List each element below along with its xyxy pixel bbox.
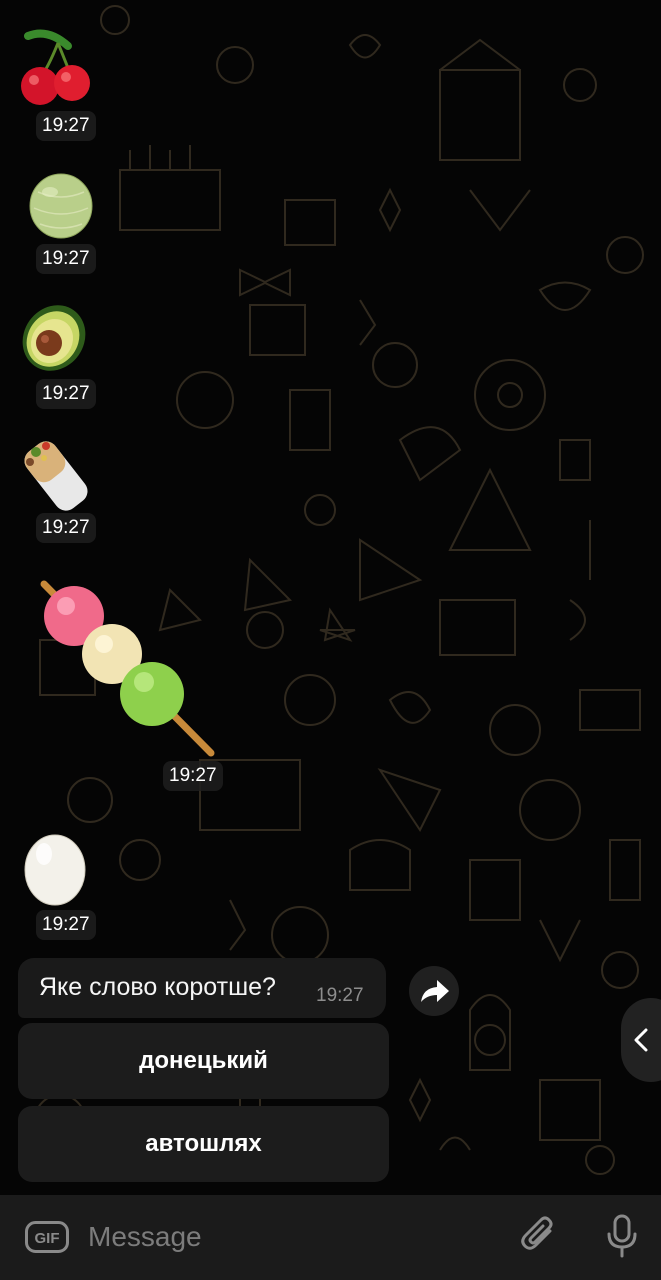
message-time: 19:27 — [163, 761, 223, 791]
gif-icon: GIF — [25, 1221, 69, 1253]
avocado-icon — [22, 305, 86, 371]
message-time: 19:27 — [36, 111, 96, 141]
sticker-message-cherries[interactable] — [18, 28, 98, 113]
cherries-icon — [21, 29, 90, 105]
sticker-message-egg[interactable] — [22, 830, 88, 906]
chevron-left-icon — [634, 1028, 648, 1052]
egg-icon — [24, 834, 86, 906]
message-text: Яке слово коротше? — [39, 973, 276, 1001]
inline-button-option-1[interactable]: донецький — [18, 1023, 389, 1099]
forward-button[interactable] — [409, 966, 459, 1016]
melon-icon — [29, 173, 93, 239]
sticker-message-melon[interactable] — [28, 172, 94, 240]
chat-screen: 19:27 19:27 19:27 19:27 19:27 19:27 Яке … — [0, 0, 661, 1280]
paperclip-icon — [521, 1216, 553, 1250]
sticker-message-dango[interactable] — [36, 578, 216, 758]
burrito-icon — [24, 441, 88, 511]
message-time: 19:27 — [316, 985, 364, 1006]
message-bubble[interactable]: Яке слово коротше? 19:27 — [18, 958, 386, 1018]
svg-text:GIF: GIF — [35, 1230, 60, 1247]
message-input[interactable]: Message — [88, 1217, 488, 1257]
message-time: 19:27 — [36, 244, 96, 274]
dango-icon — [40, 580, 215, 757]
forward-arrow-icon — [421, 980, 449, 1002]
message-time: 19:27 — [36, 910, 96, 940]
inline-button-option-2[interactable]: автошлях — [18, 1106, 389, 1182]
message-composer: GIF Message — [0, 1195, 661, 1280]
attach-button[interactable] — [520, 1215, 560, 1259]
message-time: 19:27 — [36, 513, 96, 543]
sticker-message-burrito[interactable] — [16, 432, 96, 512]
message-time: 19:27 — [36, 379, 96, 409]
microphone-button[interactable] — [604, 1213, 640, 1259]
microphone-icon — [607, 1214, 637, 1258]
side-panel-tab[interactable] — [621, 998, 661, 1082]
gif-button[interactable]: GIF — [25, 1221, 69, 1253]
sticker-message-avocado[interactable] — [16, 296, 96, 376]
